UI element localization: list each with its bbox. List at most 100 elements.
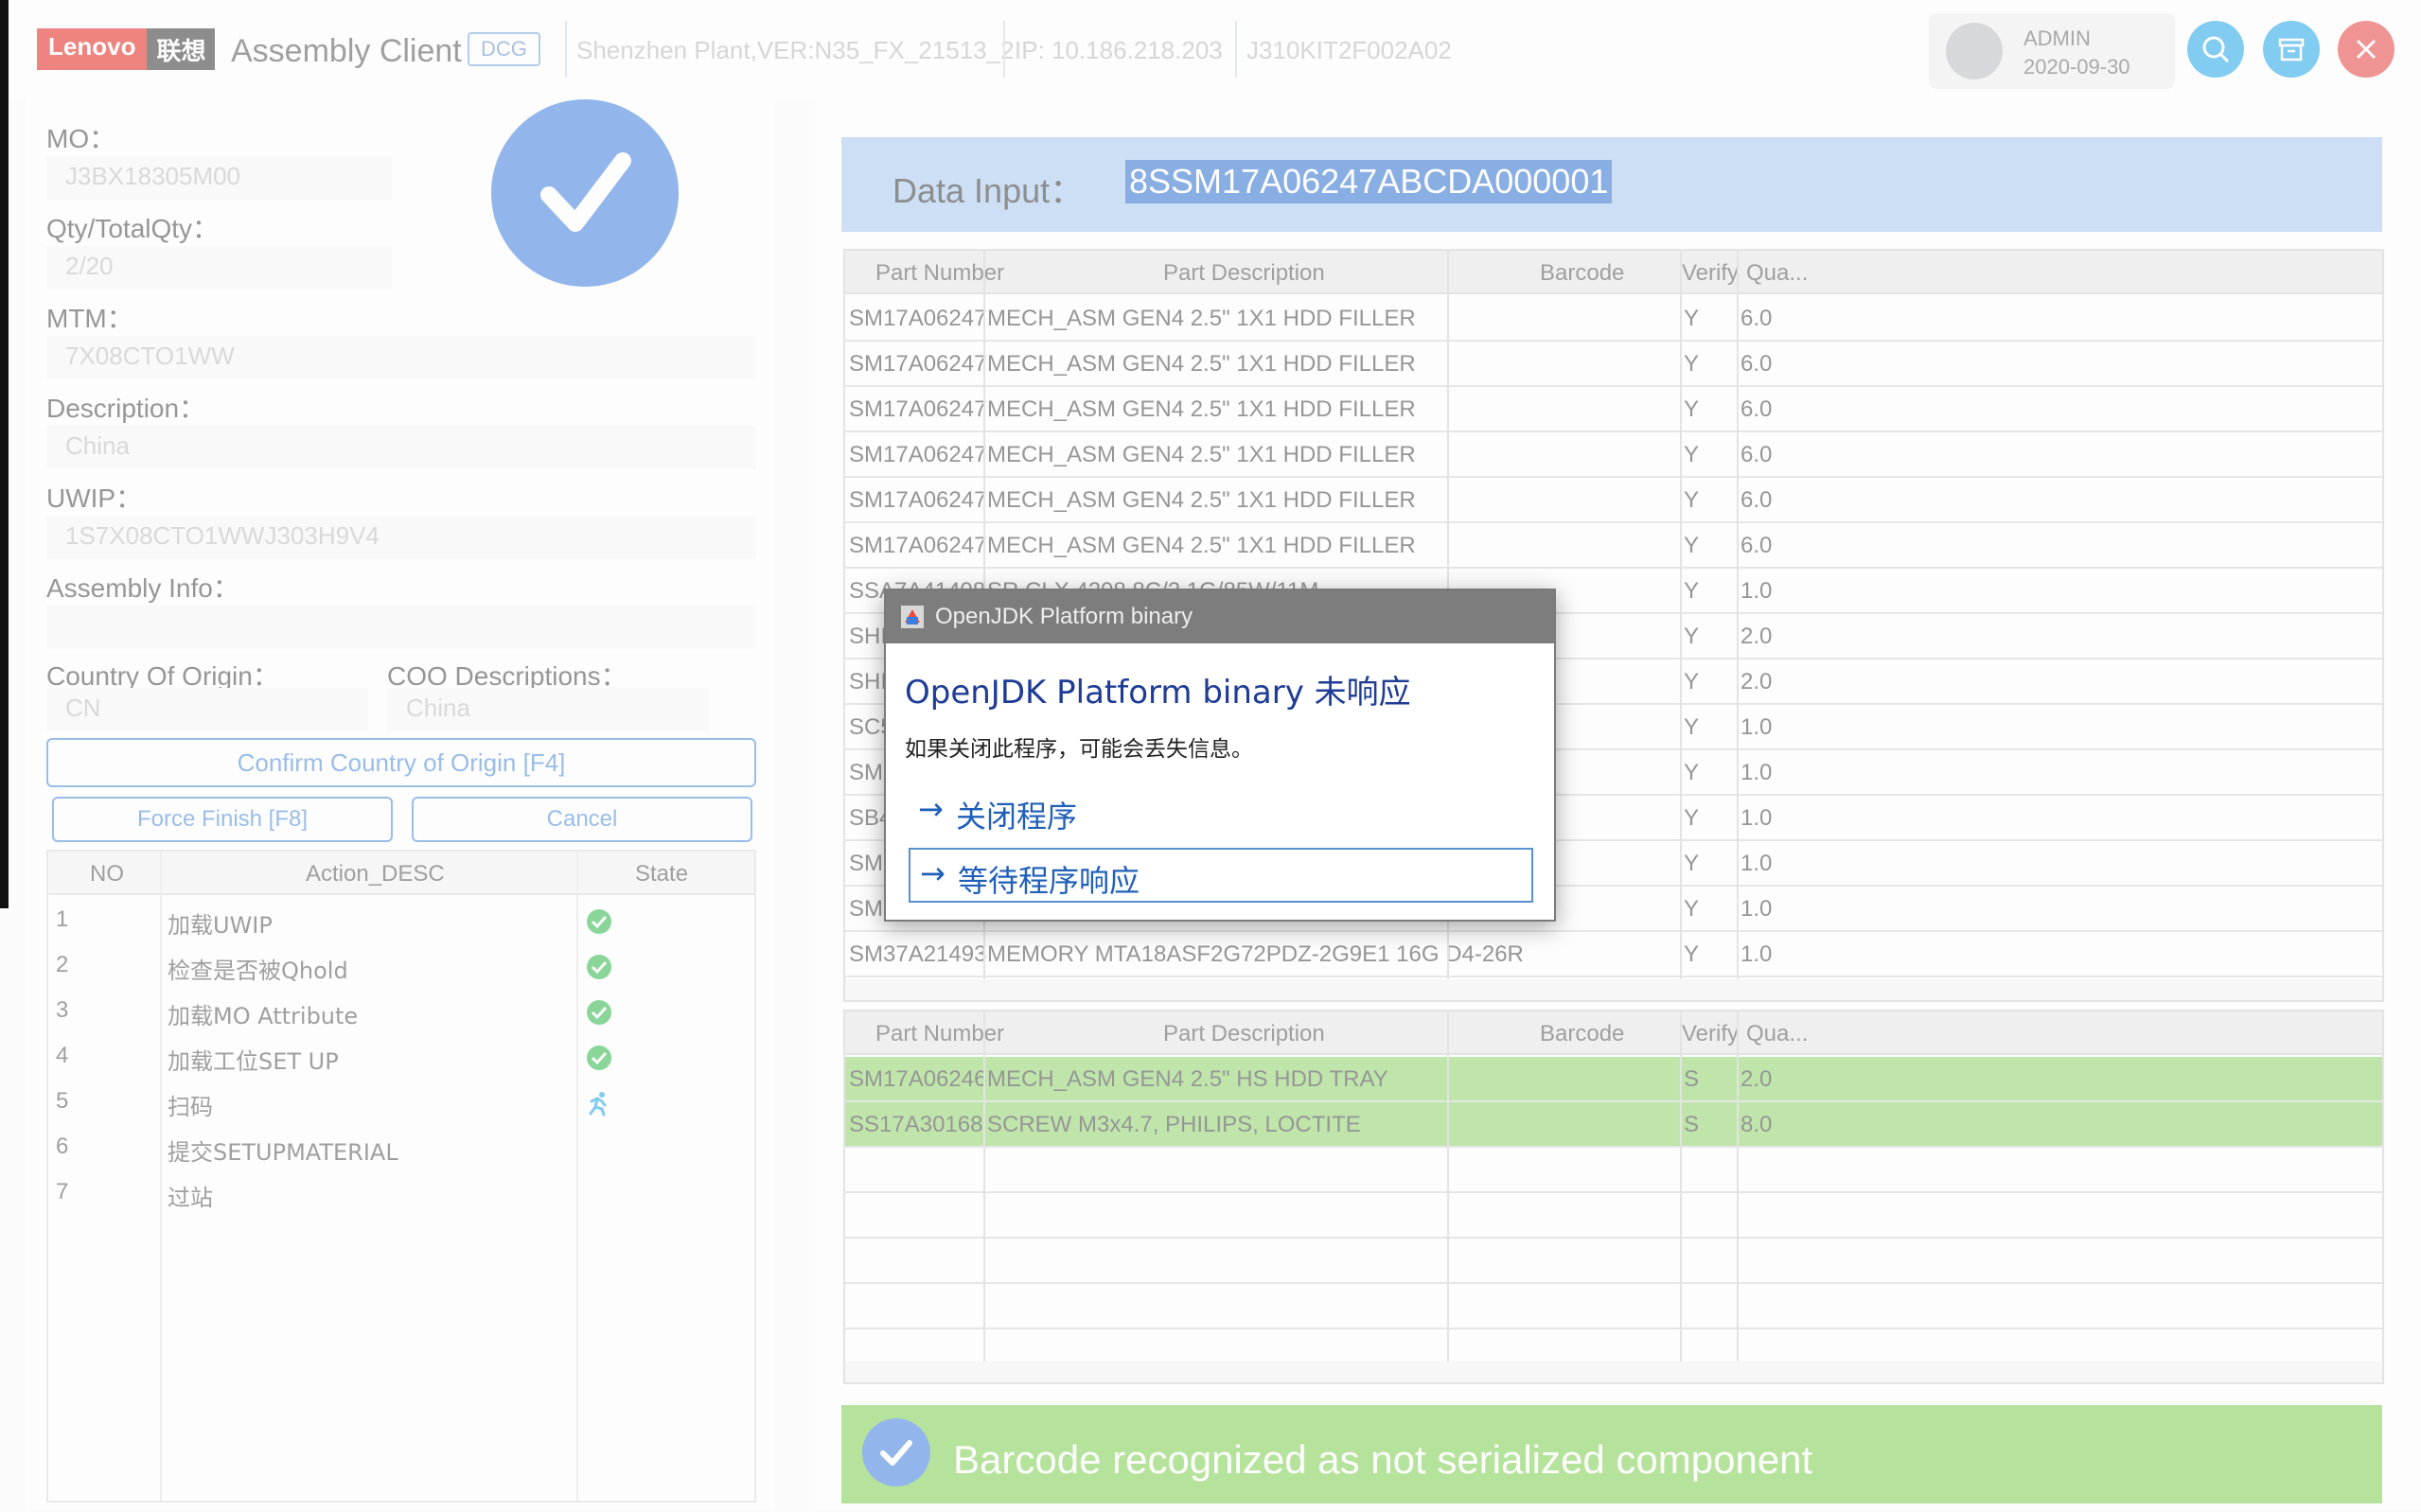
table-row[interactable]: SM17A06247 MECH_ASM GEN4 2.5" 1X1 HDD FIL…: [845, 387, 2382, 432]
grid-column-header[interactable]: Verify: [1682, 1021, 1739, 1047]
table-row[interactable]: [845, 1148, 2382, 1193]
action-desc: 加载工位SET UP: [168, 1048, 339, 1075]
lenovo-logo: Lenovo 联想: [37, 28, 216, 70]
uwip-field[interactable]: 1S7X08CTO1WWJ303H9V4: [46, 516, 756, 559]
close-program-option[interactable]: → 关闭程序: [909, 785, 1533, 840]
action-row[interactable]: 5 扫码: [48, 1079, 754, 1124]
table-cell: MECH_ASM GEN4 2.5" 1X1 HDD FILLER: [987, 306, 1416, 331]
table-cell: 2.0: [1741, 624, 1773, 649]
table-cell: MEMORY MTA18ASF2G72PDZ-2G9E1 16G D4-26R: [987, 941, 1524, 967]
table-cell: 1.0: [1741, 714, 1773, 740]
grid-column-header[interactable]: Part Description: [1163, 260, 1325, 287]
grid-column-header[interactable]: Barcode: [1540, 1021, 1624, 1047]
table-row[interactable]: [845, 1239, 2382, 1284]
arrow-right-icon: →: [920, 855, 945, 891]
qty-field[interactable]: 2/20: [46, 246, 392, 290]
table-row[interactable]: SS17A30168 SCREW M3x4.7, PHILIPS, LOCTITE…: [845, 1102, 2382, 1148]
table-cell: SM17A06247: [849, 306, 987, 331]
mtm-label: MTM：: [46, 304, 133, 333]
table-cell: 1.0: [1741, 805, 1773, 831]
table-cell: SCREW M3x4.7, PHILIPS, LOCTITE: [987, 1112, 1361, 1137]
user-name: ADMIN: [2023, 26, 2091, 50]
table-cell: SM17A06247: [849, 396, 987, 422]
action-no: 3: [56, 997, 69, 1023]
data-input-field[interactable]: 8SSM17A06247ABCDA000001: [1125, 160, 1613, 203]
close-app-button[interactable]: [2338, 21, 2394, 78]
table-cell: 2.0: [1741, 1066, 1773, 1092]
archive-button[interactable]: [2263, 21, 2320, 78]
description-field[interactable]: China: [46, 426, 756, 469]
table-row[interactable]: SM17A06247 MECH_ASM GEN4 2.5" 1X1 HDD FIL…: [845, 432, 2382, 478]
table-cell: 8.0: [1741, 1112, 1773, 1137]
mo-field[interactable]: J3BX18305M00: [46, 156, 392, 200]
description-label: Description：: [46, 394, 206, 423]
table-cell: Y: [1684, 351, 1700, 377]
horizontal-scrollbar[interactable]: [845, 1362, 2382, 1382]
grid-header: Part Number Part Description Barcode Verify…: [845, 251, 2382, 294]
action-row[interactable]: 1 加载UWIP: [48, 897, 754, 942]
table-cell: 6.0: [1741, 396, 1773, 422]
table-cell: S: [1684, 1066, 1700, 1092]
action-desc: 检查是否被Qhold: [168, 958, 348, 984]
action-desc: 提交SETUPMATERIAL: [168, 1139, 398, 1166]
action-row[interactable]: 3 加载MO Attribute: [48, 988, 754, 1033]
cancel-button[interactable]: Cancel: [412, 797, 752, 842]
background-edge: [0, 0, 9, 908]
confirm-coo-button[interactable]: Confirm Country of Origin [F4]: [46, 738, 756, 787]
table-cell: 1.0: [1741, 851, 1773, 876]
force-finish-button[interactable]: Force Finish [F8]: [52, 797, 393, 842]
table-row[interactable]: SM17A06247 MECH_ASM GEN4 2.5" 1X1 HDD FIL…: [845, 523, 2382, 569]
table-cell: Y: [1684, 851, 1700, 876]
action-table-header: NO Action_DESC State: [48, 852, 754, 895]
action-row[interactable]: 7 过站: [48, 1169, 754, 1215]
table-cell: MECH_ASM GEN4 2.5" 1X1 HDD FILLER: [987, 533, 1416, 558]
grid-column-header[interactable]: Qua...: [1746, 260, 1808, 287]
action-row[interactable]: 2 检查是否被Qhold: [48, 942, 754, 988]
check-icon: [587, 1000, 611, 1025]
dialog-titlebar[interactable]: OpenJDK Platform binary: [886, 590, 1554, 643]
column-divider: [1447, 1011, 1449, 1362]
check-icon: [587, 1046, 611, 1070]
table-row[interactable]: SM17A06247 MECH_ASM GEN4 2.5" 1X1 HDD FIL…: [845, 478, 2382, 523]
table-cell: Y: [1684, 941, 1700, 967]
coo-field[interactable]: CN: [46, 688, 368, 731]
action-row[interactable]: 4 加载工位SET UP: [48, 1033, 754, 1079]
status-bar: Barcode recognized as not serialized com…: [841, 1405, 2382, 1503]
mtm-field[interactable]: 7X08CTO1WW: [46, 336, 756, 379]
archive-icon: [2278, 38, 2305, 62]
table-cell: 6.0: [1741, 533, 1773, 558]
app-title: Assembly Client: [231, 33, 462, 69]
table-row[interactable]: SM17A06246 MECH_ASM GEN4 2.5" HS HDD TRAY…: [845, 1057, 2382, 1102]
table-cell: Y: [1684, 669, 1700, 694]
grid-column-header[interactable]: Barcode: [1540, 260, 1624, 287]
action-table: NO Action_DESC State 1 加载UWIP 2 检查是否被Qhold 3…: [46, 850, 756, 1503]
table-row[interactable]: SM37A21493 MEMORY MTA18ASF2G72PDZ-2G9E1 1…: [845, 932, 2382, 977]
grid-column-header[interactable]: Qua...: [1746, 1021, 1808, 1047]
column-divider: [1680, 1011, 1682, 1362]
action-row[interactable]: 6 提交SETUPMATERIAL: [48, 1124, 754, 1169]
arrow-right-icon: →: [918, 791, 944, 827]
horizontal-scrollbar[interactable]: [845, 979, 2382, 1000]
wait-program-option[interactable]: → 等待程序响应: [909, 848, 1533, 903]
action-no: 2: [56, 952, 69, 977]
table-row[interactable]: [845, 1193, 2382, 1239]
assembly-info-field[interactable]: [46, 606, 756, 649]
table-cell: SM17A06247: [849, 533, 987, 558]
table-row[interactable]: SM17A06247 MECH_ASM GEN4 2.5" 1X1 HDD FIL…: [845, 342, 2382, 387]
user-info[interactable]: ADMIN 2020-09-30: [1929, 13, 2175, 89]
qty-label: Qty/TotalQty：: [46, 214, 220, 243]
grid-column-header[interactable]: Verify: [1682, 260, 1739, 287]
grid-column-header[interactable]: Part Description: [1163, 1021, 1325, 1047]
col-header-state: State: [635, 861, 689, 887]
action-no: 5: [56, 1088, 69, 1114]
table-row[interactable]: SM17A06247 MECH_ASM GEN4 2.5" 1X1 HDD FIL…: [845, 296, 2382, 342]
search-button[interactable]: [2187, 21, 2244, 78]
table-row[interactable]: [845, 1284, 2382, 1329]
coo-desc-field[interactable]: China: [387, 688, 709, 731]
table-cell: MECH_ASM GEN4 2.5" HS HDD TRAY: [987, 1066, 1388, 1092]
check-icon: [587, 955, 611, 979]
col-header-action: Action_DESC: [306, 861, 445, 887]
table-cell: SM17A06246: [849, 1066, 987, 1092]
table-cell: Y: [1684, 805, 1700, 831]
app-header: Lenovo 联想 Assembly Client DCG Shenzhen P…: [9, 0, 2421, 99]
